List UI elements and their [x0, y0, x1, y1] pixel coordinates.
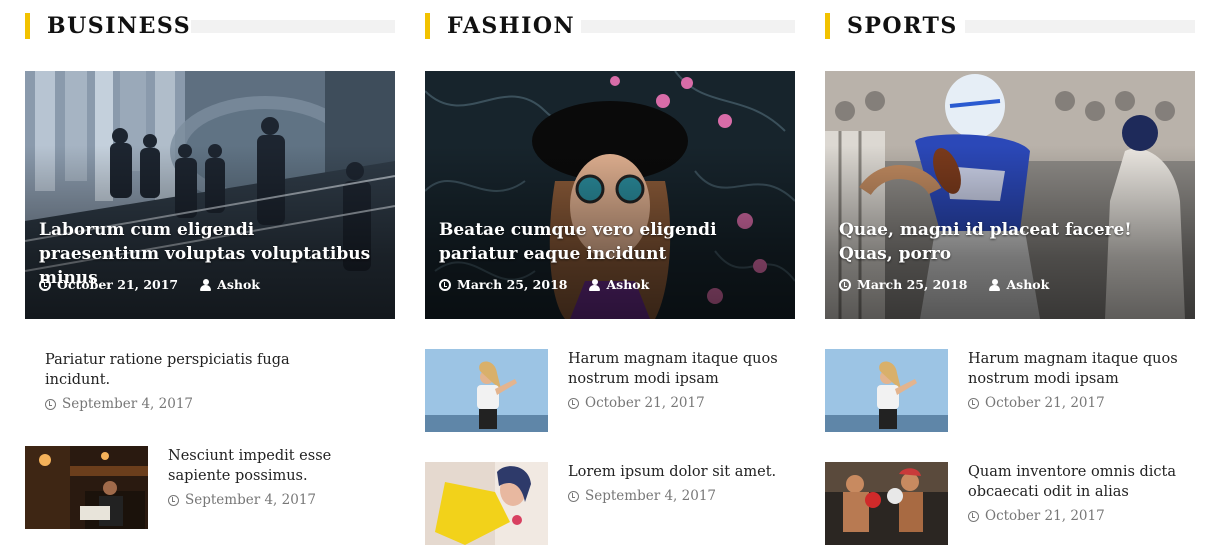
item-date: September 4, 2017	[185, 492, 316, 508]
item-thumbnail[interactable]	[425, 349, 548, 432]
item-title[interactable]: Harum magnam itaque quos nostrum modi ip…	[568, 349, 788, 389]
item-date: October 21, 2017	[585, 395, 705, 411]
clock-icon	[39, 278, 51, 291]
item-thumbnail[interactable]	[825, 349, 948, 432]
item-meta: October 21, 2017	[568, 395, 788, 411]
featured-date: March 25, 2018	[857, 277, 968, 292]
section-divider	[581, 20, 795, 33]
item-title[interactable]: Nesciunt impedit esse sapiente possimus.	[168, 446, 388, 486]
item-date: October 21, 2017	[985, 395, 1105, 411]
item-date: October 21, 2017	[985, 508, 1105, 524]
featured-author[interactable]: Ashok	[1006, 277, 1049, 292]
clock-icon	[168, 494, 179, 506]
fashion-column: FASHION Beatae cumque vero eligendi pari…	[425, 0, 795, 559]
user-icon	[589, 278, 601, 291]
clock-icon	[45, 398, 56, 410]
featured-date: October 21, 2017	[57, 277, 179, 292]
section-title: BUSINESS	[47, 13, 192, 39]
featured-meta: March 25, 2018 Ashok	[439, 277, 649, 292]
item-date: September 4, 2017	[62, 396, 193, 412]
featured-post[interactable]: Beatae cumque vero eligendi pariatur eaq…	[425, 71, 795, 319]
featured-meta: March 25, 2018 Ashok	[839, 277, 1049, 292]
sports-column: SPORTS Quae, magni id placeat facere! Qu…	[825, 0, 1195, 559]
featured-author[interactable]: Ashok	[606, 277, 649, 292]
user-icon	[989, 278, 1001, 291]
featured-title[interactable]: Beatae cumque vero eligendi pariatur eaq…	[439, 218, 775, 266]
item-title[interactable]: Lorem ipsum dolor sit amet.	[568, 462, 788, 482]
section-divider	[965, 20, 1195, 33]
clock-icon	[968, 397, 979, 409]
clock-icon	[968, 510, 979, 522]
item-thumbnail[interactable]	[825, 462, 948, 545]
section-accent-bar	[425, 13, 430, 39]
item-title[interactable]: Harum magnam itaque quos nostrum modi ip…	[968, 349, 1188, 389]
item-title[interactable]: Quam inventore omnis dicta obcaecati odi…	[968, 462, 1188, 502]
item-meta: October 21, 2017	[968, 508, 1188, 524]
featured-title[interactable]: Quae, magni id placeat facere! Quas, por…	[839, 218, 1175, 266]
business-column: BUSINESS Laborum cum eligendi praesentiu…	[25, 0, 395, 559]
item-meta: September 4, 2017	[45, 396, 295, 412]
section-title: FASHION	[447, 13, 576, 39]
clock-icon	[568, 490, 579, 502]
section-header: BUSINESS	[25, 13, 395, 39]
item-thumbnail[interactable]	[425, 462, 548, 545]
item-meta: September 4, 2017	[568, 488, 788, 504]
section-header: FASHION	[425, 13, 795, 39]
featured-post[interactable]: Laborum cum eligendi praesentium volupta…	[25, 71, 395, 319]
clock-icon	[839, 278, 851, 291]
section-divider	[191, 20, 395, 33]
item-thumbnail[interactable]	[25, 446, 148, 529]
clock-icon	[568, 397, 579, 409]
section-title: SPORTS	[847, 13, 958, 39]
featured-author[interactable]: Ashok	[217, 277, 260, 292]
item-meta: September 4, 2017	[168, 492, 388, 508]
section-accent-bar	[825, 13, 830, 39]
featured-date: March 25, 2018	[457, 277, 568, 292]
item-title[interactable]: Pariatur ratione perspiciatis fuga incid…	[45, 350, 295, 390]
item-date: September 4, 2017	[585, 488, 716, 504]
user-icon	[200, 278, 212, 291]
featured-post[interactable]: Quae, magni id placeat facere! Quas, por…	[825, 71, 1195, 319]
section-accent-bar	[25, 13, 30, 39]
clock-icon	[439, 278, 451, 291]
item-meta: October 21, 2017	[968, 395, 1188, 411]
section-header: SPORTS	[825, 13, 1195, 39]
featured-meta: October 21, 2017 Ashok	[39, 277, 260, 292]
